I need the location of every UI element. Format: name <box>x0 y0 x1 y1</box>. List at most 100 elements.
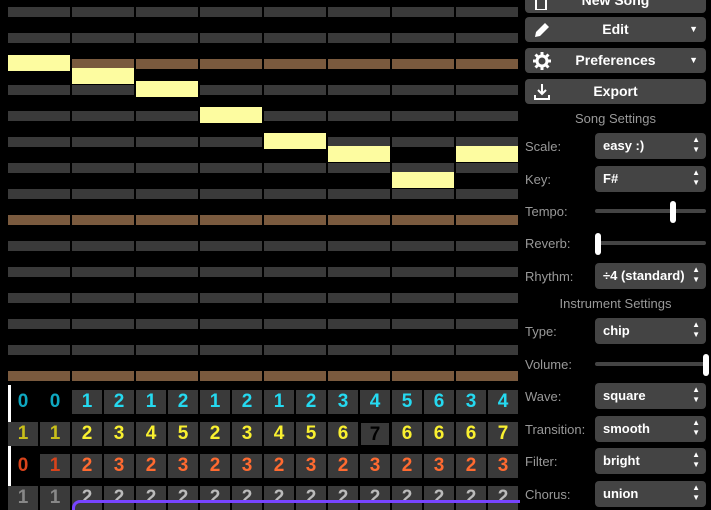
piano-row[interactable] <box>264 345 326 355</box>
slider-thumb[interactable] <box>595 233 602 255</box>
pattern-cell[interactable]: 2 <box>168 390 198 414</box>
pattern-cell[interactable]: 2 <box>232 390 262 414</box>
pattern-cell[interactable]: 5 <box>296 422 326 446</box>
slider-thumb[interactable] <box>669 201 676 223</box>
piano-row[interactable] <box>8 345 70 355</box>
piano-row-octave[interactable] <box>456 215 518 225</box>
piano-row[interactable] <box>136 137 198 147</box>
piano-row[interactable] <box>456 293 518 303</box>
piano-row-octave[interactable] <box>72 371 134 381</box>
piano-row[interactable] <box>392 33 454 43</box>
piano-row[interactable] <box>264 111 326 121</box>
piano-row-octave[interactable] <box>8 371 70 381</box>
piano-row-octave[interactable] <box>328 59 390 69</box>
piano-row[interactable] <box>8 137 70 147</box>
piano-row[interactable] <box>328 293 390 303</box>
piano-row[interactable] <box>200 189 262 199</box>
type-select[interactable]: chip ▲ ▼ <box>595 318 706 344</box>
piano-row[interactable] <box>72 137 134 147</box>
pattern-cell[interactable]: 0 <box>8 390 38 414</box>
tempo-slider[interactable] <box>595 198 706 224</box>
piano-row[interactable] <box>456 267 518 277</box>
piano-row[interactable] <box>72 7 134 17</box>
piano-row-octave[interactable] <box>328 371 390 381</box>
pattern-cell[interactable]: 2 <box>264 454 294 478</box>
piano-row[interactable] <box>264 319 326 329</box>
piano-row[interactable] <box>136 345 198 355</box>
note[interactable] <box>456 146 518 162</box>
piano-row[interactable] <box>392 241 454 251</box>
pattern-cell[interactable]: 3 <box>168 454 198 478</box>
pattern-cell[interactable]: 4 <box>488 390 518 414</box>
reverb-slider[interactable] <box>595 230 706 256</box>
piano-row[interactable] <box>8 85 70 95</box>
pattern-cell[interactable]: 6 <box>328 422 358 446</box>
piano-row-octave[interactable] <box>200 59 262 69</box>
piano-row[interactable] <box>8 293 70 303</box>
piano-row[interactable] <box>456 85 518 95</box>
pattern-cell[interactable]: 5 <box>168 422 198 446</box>
piano-row[interactable] <box>200 293 262 303</box>
pattern-cell[interactable]: 3 <box>456 390 486 414</box>
chorus-select[interactable]: union ▲ ▼ <box>595 481 706 507</box>
piano-row[interactable] <box>8 7 70 17</box>
pattern-cell[interactable]: 0 <box>8 454 38 478</box>
piano-row[interactable] <box>328 267 390 277</box>
pattern-cell[interactable]: 2 <box>200 422 230 446</box>
pattern-cell[interactable]: 1 <box>72 390 102 414</box>
pattern-cell[interactable]: 6 <box>424 390 454 414</box>
piano-row-octave[interactable] <box>136 215 198 225</box>
piano-row[interactable] <box>328 7 390 17</box>
piano-row[interactable] <box>136 111 198 121</box>
piano-row[interactable] <box>136 319 198 329</box>
pattern-cell[interactable]: 2 <box>328 454 358 478</box>
pattern-cell[interactable]: 2 <box>456 454 486 478</box>
piano-row-octave[interactable] <box>72 215 134 225</box>
pattern-cell[interactable]: 3 <box>232 454 262 478</box>
key-select[interactable]: F# ▲ ▼ <box>595 166 706 192</box>
wave-select[interactable]: square ▲ ▼ <box>595 383 706 409</box>
filter-select[interactable]: bright ▲ ▼ <box>595 448 706 474</box>
piano-row[interactable] <box>136 293 198 303</box>
slider-thumb[interactable] <box>703 354 709 376</box>
piano-row[interactable] <box>328 345 390 355</box>
piano-row[interactable] <box>72 33 134 43</box>
piano-row[interactable] <box>72 241 134 251</box>
pattern-cell[interactable]: 3 <box>296 454 326 478</box>
loop-selection-frame[interactable] <box>72 500 520 510</box>
note[interactable] <box>264 133 326 149</box>
edit-menu-button[interactable]: Edit ▼ <box>525 17 706 42</box>
piano-row[interactable] <box>72 267 134 277</box>
piano-row-octave[interactable] <box>392 371 454 381</box>
piano-row[interactable] <box>456 189 518 199</box>
pattern-cell[interactable]: 2 <box>136 454 166 478</box>
piano-row[interactable] <box>456 319 518 329</box>
piano-row[interactable] <box>200 33 262 43</box>
piano-row[interactable] <box>72 111 134 121</box>
pattern-cell[interactable]: 6 <box>392 422 422 446</box>
piano-row[interactable] <box>392 319 454 329</box>
piano-row[interactable] <box>264 163 326 173</box>
piano-row[interactable] <box>8 189 70 199</box>
pattern-cell[interactable]: 6 <box>456 422 486 446</box>
piano-row[interactable] <box>456 111 518 121</box>
pattern-cell[interactable]: 2 <box>72 422 102 446</box>
pattern-cell[interactable]: 1 <box>8 486 38 510</box>
piano-row[interactable] <box>8 241 70 251</box>
pattern-cell[interactable]: 5 <box>392 390 422 414</box>
piano-row-octave[interactable] <box>8 215 70 225</box>
note[interactable] <box>72 68 134 84</box>
piano-row-octave[interactable] <box>264 371 326 381</box>
note[interactable] <box>200 107 262 123</box>
pattern-cell[interactable]: 1 <box>200 390 230 414</box>
piano-roll[interactable] <box>8 0 520 385</box>
pattern-cell[interactable]: 3 <box>104 454 134 478</box>
pattern-cell[interactable]: 0 <box>40 390 70 414</box>
piano-row[interactable] <box>200 345 262 355</box>
note[interactable] <box>392 172 454 188</box>
piano-row[interactable] <box>264 33 326 43</box>
piano-row[interactable] <box>72 293 134 303</box>
piano-row-octave[interactable] <box>264 215 326 225</box>
pattern-cell[interactable]: 2 <box>296 390 326 414</box>
piano-row[interactable] <box>200 267 262 277</box>
